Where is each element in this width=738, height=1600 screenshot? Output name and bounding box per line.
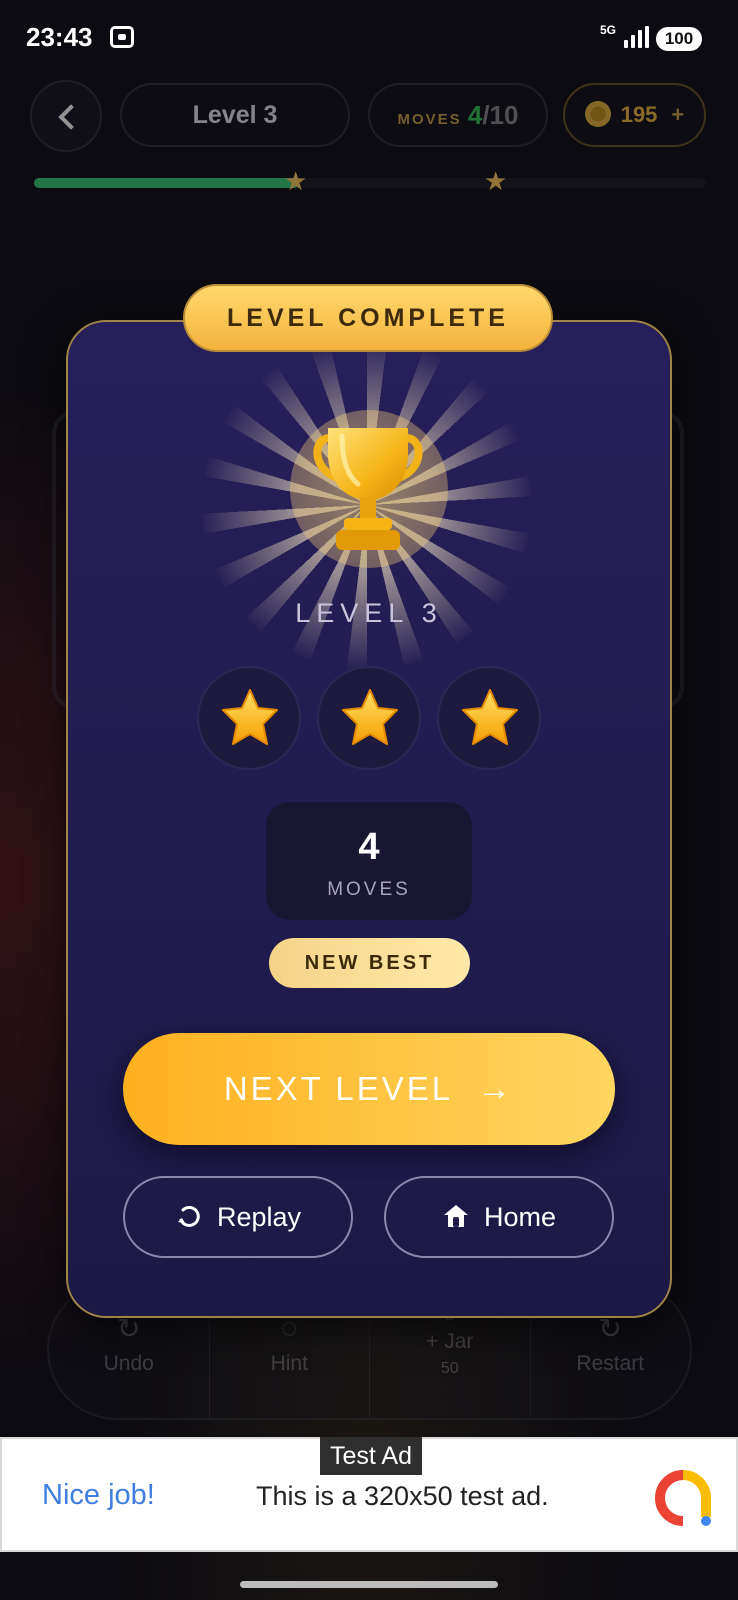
- moves-used: 4: [467, 100, 483, 130]
- level-title: Level 3: [120, 83, 350, 147]
- star-icon: [462, 689, 518, 745]
- add-jar-label: + Jar: [426, 1330, 474, 1353]
- add-coins-icon: +: [671, 102, 685, 127]
- undo-label: Undo: [103, 1352, 154, 1375]
- screen-record-icon: [110, 26, 134, 48]
- next-level-label: NEXT LEVEL: [223, 1070, 454, 1107]
- moves-result: 4 MOVES: [266, 802, 472, 920]
- next-level-button[interactable]: NEXT LEVEL →: [123, 1033, 615, 1145]
- modal-level-label: LEVEL 3: [295, 598, 443, 628]
- status-bar: 23:43 5G 100: [0, 0, 738, 78]
- coin-balance[interactable]: 195 +: [563, 83, 706, 147]
- level-progress-bar: ★ ★: [34, 168, 706, 194]
- replay-icon: [177, 1206, 200, 1228]
- ad-tag: Test Ad: [320, 1437, 422, 1475]
- lightbulb-icon: ◌: [280, 1312, 298, 1343]
- star-slot: [437, 666, 541, 770]
- star-slot: [317, 666, 421, 770]
- back-button[interactable]: [30, 80, 102, 152]
- ad-logo-icon: [655, 1470, 711, 1526]
- battery-indicator: 100: [656, 27, 702, 51]
- home-label: Home: [483, 1202, 557, 1232]
- arrow-right-icon: →: [477, 1070, 515, 1108]
- game-screen: 23:43 5G 100 Level 3 MOVES 4/10 195 + ★ ★…: [0, 0, 738, 1600]
- add-jar-cost: 50: [440, 1360, 459, 1377]
- home-button[interactable]: Home: [384, 1176, 614, 1258]
- moves-counter-label: MOVES: [397, 111, 462, 128]
- moves-result-caption: MOVES: [327, 879, 411, 900]
- star-icon: [342, 689, 398, 745]
- level-complete-badge: LEVEL COMPLETE: [183, 284, 553, 352]
- progress-star-icon: ★: [484, 166, 508, 196]
- undo-icon: ↻: [117, 1313, 141, 1344]
- restart-label: Restart: [576, 1352, 645, 1375]
- status-time: 23:43: [26, 22, 93, 52]
- home-indicator[interactable]: [240, 1581, 498, 1588]
- game-header: Level 3 MOVES 4/10 195 +: [0, 80, 738, 152]
- moves-total: /10: [482, 100, 519, 130]
- coin-icon: [584, 101, 611, 128]
- home-icon: [443, 1205, 468, 1228]
- progress-star-icon: ★: [284, 166, 308, 196]
- moves-result-count: 4: [358, 826, 380, 868]
- replay-button[interactable]: Replay: [123, 1176, 353, 1258]
- coin-count: 195: [620, 102, 658, 127]
- ad-title: Nice job!: [42, 1479, 155, 1511]
- hint-label: Hint: [270, 1352, 308, 1375]
- star-icon: [222, 689, 278, 745]
- network-type: 5G: [599, 23, 616, 37]
- restart-icon: ↻: [598, 1313, 622, 1344]
- stars-earned: [197, 666, 541, 770]
- signal-icon: [624, 26, 650, 48]
- trophy-icon: [313, 428, 423, 550]
- progress-fill: [34, 178, 300, 188]
- moves-counter: MOVES 4/10: [368, 83, 548, 147]
- ad-banner[interactable]: Test Ad Nice job! This is a 320x50 test …: [0, 1437, 738, 1552]
- replay-label: Replay: [216, 1202, 302, 1232]
- star-slot: [197, 666, 301, 770]
- ad-text: This is a 320x50 test ad.: [256, 1481, 549, 1511]
- new-best-badge: NEW BEST: [269, 938, 470, 988]
